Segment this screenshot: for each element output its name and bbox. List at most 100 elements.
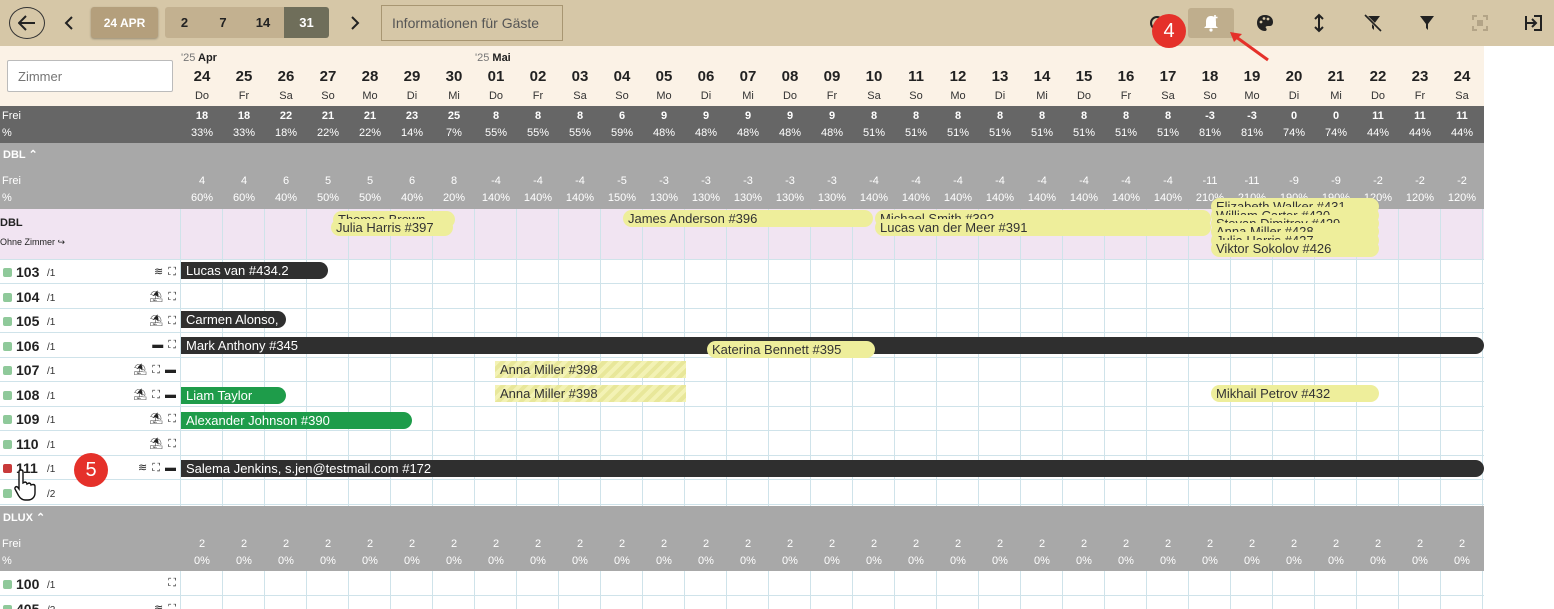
room-row[interactable]: 103/1 ≋ ⛶ [0, 260, 180, 284]
room-number[interactable]: 106 [16, 338, 39, 354]
category-dlux-header[interactable]: DLUX ⌃ [0, 506, 1484, 528]
day-number[interactable]: 24 [181, 68, 223, 85]
room-row[interactable]: 100/1 ⛶ [0, 572, 180, 596]
day-number[interactable]: 24 [1441, 68, 1483, 85]
room-row[interactable]: 105/1 ⛱ ⛶ [0, 309, 180, 333]
availability-cell: 0% [656, 555, 672, 567]
day-number[interactable]: 04 [601, 68, 643, 85]
back-button[interactable] [9, 7, 45, 39]
room-row[interactable]: 108/1 ⛱ ⛶ ▬ [0, 383, 180, 407]
room-row[interactable]: 110/1 ⛱ ⛶ [0, 432, 180, 456]
day-number[interactable]: 25 [223, 68, 265, 85]
row-height-icon[interactable] [1308, 11, 1330, 35]
room-row[interactable]: 107/1 ⛱ ⛶ ▬ [0, 358, 180, 382]
range-7-button[interactable]: 7 [204, 7, 242, 38]
reservation-bar[interactable]: Anna Miller #398 [495, 361, 686, 378]
availability-cell: 0% [1202, 555, 1218, 567]
room-row[interactable]: 405/2 ≋ ⛶ [0, 597, 180, 609]
day-number[interactable]: 09 [811, 68, 853, 85]
availability-cell: 2 [996, 538, 1004, 550]
day-number[interactable]: 11 [895, 68, 937, 85]
day-number[interactable]: 13 [979, 68, 1021, 85]
day-number[interactable]: 01 [475, 68, 517, 85]
unassigned-reservation[interactable]: Julia Harris #397 [331, 219, 453, 236]
reservation-bar[interactable]: Mikhail Petrov #432 [1211, 385, 1379, 402]
availability-cell: 55% [568, 127, 592, 139]
day-number[interactable]: 10 [853, 68, 895, 85]
availability-cell: 51% [1030, 127, 1054, 139]
day-number[interactable]: 20 [1273, 68, 1315, 85]
room-number[interactable]: 110 [16, 436, 39, 452]
room-number[interactable]: 103 [16, 264, 39, 280]
day-number[interactable]: 03 [559, 68, 601, 85]
day-number[interactable]: 23 [1399, 68, 1441, 85]
day-number[interactable]: 22 [1357, 68, 1399, 85]
availability-cell: 2 [1080, 538, 1088, 550]
day-number[interactable]: 28 [349, 68, 391, 85]
room-row[interactable]: 109/1 ⛱ ⛶ [0, 407, 180, 431]
grid-vline [852, 571, 853, 609]
availability-cell: 8 [492, 110, 500, 122]
day-number[interactable]: 07 [727, 68, 769, 85]
day-number[interactable]: 30 [433, 68, 475, 85]
day-number[interactable]: 27 [307, 68, 349, 85]
day-number[interactable]: 16 [1105, 68, 1147, 85]
room-number[interactable]: 109 [16, 411, 39, 427]
category-dbl-header[interactable]: DBL ⌃ [0, 143, 1484, 165]
focus-icon[interactable] [1468, 11, 1492, 35]
availability-cell: 2 [1374, 538, 1382, 550]
range-14-button[interactable]: 14 [242, 7, 284, 38]
reservation-bar[interactable]: Lucas van #434.2 [181, 262, 328, 279]
reservation-bar[interactable]: Liam Taylor [181, 387, 286, 404]
range-31-button[interactable]: 31 [284, 7, 329, 38]
day-number[interactable]: 06 [685, 68, 727, 85]
unassigned-reservation[interactable]: Viktor Sokolov #426 [1211, 240, 1379, 257]
room-row[interactable]: 104/1 ⛱ ⛶ [0, 285, 180, 309]
day-number[interactable]: 18 [1189, 68, 1231, 85]
current-date-button[interactable]: 24 APR [91, 7, 158, 38]
room-number[interactable]: 108 [16, 387, 39, 403]
reservation-bar[interactable]: Carmen Alonso, [181, 311, 286, 328]
filter-icon[interactable] [1415, 11, 1439, 35]
day-number[interactable]: 08 [769, 68, 811, 85]
grid-vline [1272, 571, 1273, 609]
range-2-button[interactable]: 2 [165, 7, 204, 38]
availability-cell: 6 [618, 110, 626, 122]
next-button[interactable] [344, 10, 366, 36]
day-number[interactable]: 29 [391, 68, 433, 85]
reservation-bar[interactable]: Salema Jenkins, s.jen@testmail.com #172 [181, 460, 1484, 477]
reservation-bar[interactable]: Katerina Bennett #395 [707, 341, 875, 358]
availability-cell: -5 [617, 175, 627, 187]
reservation-bar[interactable]: Anna Miller #398 [495, 385, 686, 402]
day-number[interactable]: 19 [1231, 68, 1273, 85]
grid-vline [810, 571, 811, 609]
availability-cell: 48% [736, 127, 760, 139]
availability-cell: 140% [943, 192, 973, 204]
reservation-bar[interactable]: Alexander Johnson #390 [181, 412, 412, 429]
unassigned-reservation[interactable]: Lucas van der Meer #391 [875, 219, 1211, 236]
day-number[interactable]: 14 [1021, 68, 1063, 85]
filter-off-icon[interactable] [1361, 11, 1385, 35]
day-number[interactable]: 02 [517, 68, 559, 85]
availability-cell: 2 [198, 538, 206, 550]
day-number[interactable]: 12 [937, 68, 979, 85]
room-row[interactable]: 106/1 ▬ ⛶ [0, 334, 180, 358]
availability-cell: -3 [1205, 110, 1215, 122]
guest-info-field[interactable]: Informationen für Gäste [381, 5, 563, 41]
day-number[interactable]: 15 [1063, 68, 1105, 85]
room-number[interactable]: 105 [16, 313, 39, 329]
room-number[interactable]: 107 [16, 362, 39, 378]
room-number[interactable]: 100 [16, 576, 39, 592]
day-number[interactable]: 26 [265, 68, 307, 85]
day-weekday: Mo [362, 90, 378, 102]
day-number[interactable]: 05 [643, 68, 685, 85]
collapse-panel-icon[interactable] [1521, 11, 1545, 35]
unassigned-reservation[interactable]: James Anderson #396 [623, 210, 873, 227]
prev-button[interactable] [58, 10, 80, 36]
room-number[interactable]: 104 [16, 289, 39, 305]
room-search-input[interactable] [7, 60, 173, 92]
room-number[interactable]: 405 [16, 601, 39, 609]
day-number[interactable]: 17 [1147, 68, 1189, 85]
dlux-frei-label: Frei [2, 538, 21, 550]
day-number[interactable]: 21 [1315, 68, 1357, 85]
